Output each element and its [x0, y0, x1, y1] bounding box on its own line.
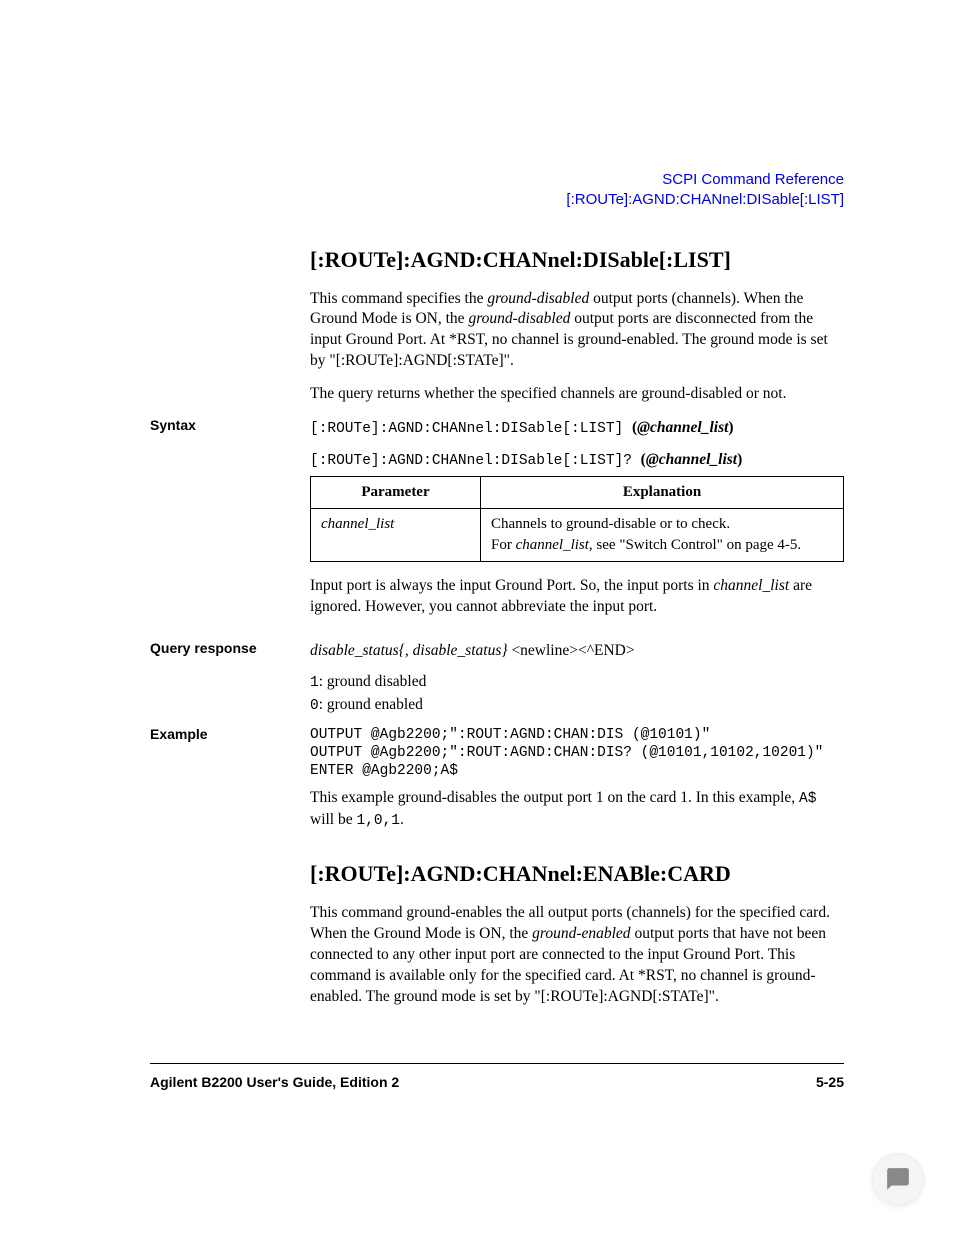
footer-left: Agilent B2200 User's Guide, Edition 2	[150, 1074, 399, 1090]
query-label: Query response	[150, 640, 310, 716]
page-footer: Agilent B2200 User's Guide, Edition 2 5-…	[150, 1063, 844, 1090]
query-response: disable_status{, disable_status} <newlin…	[310, 640, 844, 662]
header-link[interactable]: SCPI Command Reference [:ROUTe]:AGND:CHA…	[566, 171, 844, 208]
chat-button[interactable]	[872, 1153, 924, 1205]
example-code: OUTPUT @Agb2200;":ROUT:AGND:CHAN:DIS (@1…	[310, 726, 844, 780]
header-line2: [:ROUTe]:AGND:CHANnel:DISable[:LIST]	[566, 191, 844, 208]
parameter-table: Parameter Explanation channel_list Chann…	[310, 476, 844, 562]
table-cell-expl: Channels to ground-disable or to check. …	[481, 508, 844, 561]
footer-right: 5-25	[816, 1074, 844, 1090]
example-label: Example	[150, 726, 310, 844]
table-header-parameter: Parameter	[311, 476, 481, 508]
section2-desc: This command ground-enables the all outp…	[310, 903, 844, 1008]
query-line1: 1: ground disabled	[310, 671, 844, 693]
table-row: channel_list Channels to ground-disable …	[311, 508, 844, 561]
section2-title: [:ROUTe]:AGND:CHANnel:ENABle:CARD	[310, 861, 844, 887]
table-header-explanation: Explanation	[481, 476, 844, 508]
table-cell-param: channel_list	[311, 508, 481, 561]
section1-title: [:ROUTe]:AGND:CHANnel:DISable[:LIST]	[310, 247, 844, 273]
syntax-cmd2: [:ROUTe]:AGND:CHANnel:DISable[:LIST]? (@…	[310, 449, 844, 471]
header-breadcrumb: SCPI Command Reference [:ROUTe]:AGND:CHA…	[150, 170, 844, 211]
header-line1: SCPI Command Reference	[662, 171, 844, 188]
section1-desc2: The query returns whether the specified …	[310, 384, 844, 405]
syntax-cmd1: [:ROUTe]:AGND:CHANnel:DISable[:LIST] (@(…	[310, 417, 844, 439]
example-note: This example ground-disables the output …	[310, 788, 844, 831]
syntax-note: Input port is always the input Ground Po…	[310, 576, 844, 618]
section1-desc1: This command specifies the ground-disabl…	[310, 289, 844, 373]
query-line2: 0: ground enabled	[310, 694, 844, 716]
chat-icon	[885, 1166, 911, 1192]
syntax-label: Syntax	[150, 417, 310, 629]
